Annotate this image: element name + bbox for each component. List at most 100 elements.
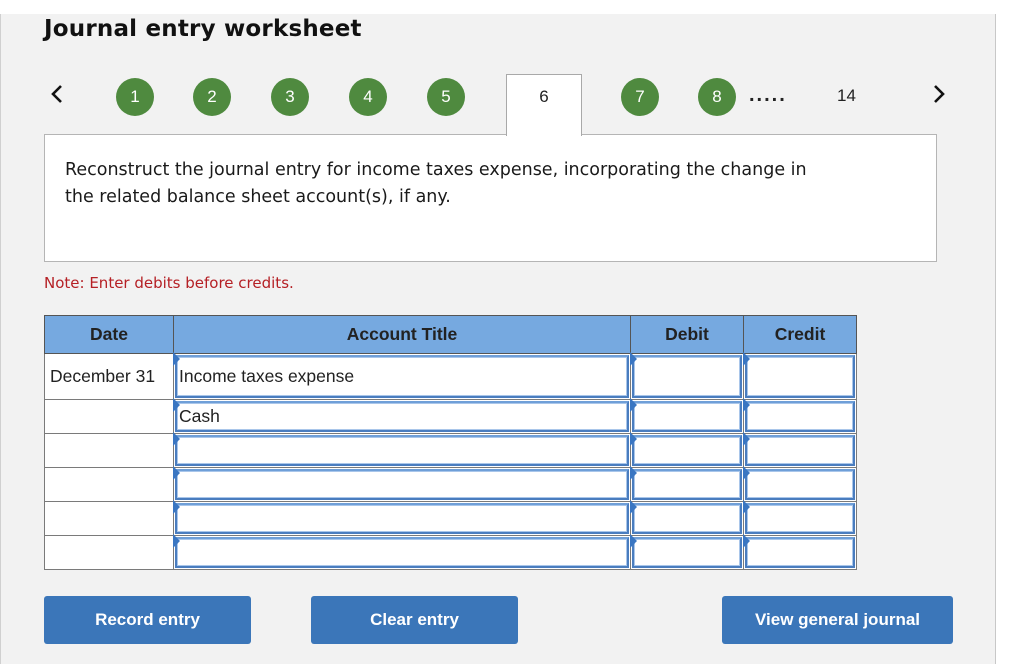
record-entry-button[interactable]: Record entry (44, 596, 251, 644)
date-value (45, 406, 50, 426)
step-3[interactable]: 3 (271, 78, 309, 116)
header-date: Date (44, 315, 174, 354)
step-5[interactable]: 5 (427, 78, 465, 116)
debit-cell (630, 466, 744, 502)
debit-cell (630, 398, 744, 434)
steps-ellipsis: ..... (749, 84, 787, 106)
date-value (45, 474, 50, 494)
account-cell: Cash (173, 398, 631, 434)
header-account-title: Account Title (173, 315, 631, 354)
debit-input[interactable] (632, 537, 742, 568)
dropdown-marker-icon (630, 466, 637, 480)
credit-cell (743, 398, 857, 434)
chevron-right-icon (934, 85, 945, 103)
date-cell: December 31 (44, 353, 174, 400)
clear-entry-button[interactable]: Clear entry (311, 596, 518, 644)
date-cell (44, 501, 174, 536)
dropdown-marker-icon (630, 500, 637, 514)
table-header-row: Date Account Title Debit Credit (44, 315, 857, 354)
page-title: Journal entry worksheet (44, 16, 362, 42)
account-title-input[interactable] (175, 469, 629, 500)
date-cell (44, 433, 174, 468)
step-4[interactable]: 4 (349, 78, 387, 116)
header-credit: Credit (743, 315, 857, 354)
debit-cell (630, 534, 744, 570)
table-row (44, 500, 857, 536)
dropdown-marker-icon (173, 398, 180, 412)
credit-input[interactable] (745, 503, 855, 534)
worksheet-panel: Journal entry worksheet 1 2 3 4 5 6 7 8 … (0, 14, 996, 664)
journal-table: Date Account Title Debit Credit December… (44, 315, 857, 570)
credit-cell (743, 432, 857, 468)
date-cell (44, 399, 174, 434)
account-cell (173, 432, 631, 468)
date-value: December 31 (50, 366, 156, 386)
credit-cell (743, 352, 857, 400)
debit-input[interactable] (632, 469, 742, 500)
table-row: December 31 Income taxes expense (44, 352, 857, 400)
dropdown-marker-icon (173, 534, 180, 548)
dropdown-marker-icon (743, 500, 750, 514)
view-general-journal-button[interactable]: View general journal (722, 596, 953, 644)
table-row (44, 466, 857, 502)
debit-cell (630, 500, 744, 536)
next-button[interactable] (929, 80, 949, 108)
date-value (45, 542, 50, 562)
debit-input[interactable] (632, 435, 742, 466)
dropdown-marker-icon (630, 352, 637, 366)
table-row (44, 534, 857, 570)
step-1[interactable]: 1 (116, 78, 154, 116)
credit-input[interactable] (745, 469, 855, 500)
question-text: Reconstruct the journal entry for income… (65, 160, 807, 207)
step-14[interactable]: 14 (837, 86, 856, 106)
step-6-current-tab[interactable]: 6 (506, 74, 582, 136)
debit-cell (630, 432, 744, 468)
previous-button[interactable] (47, 80, 67, 108)
date-cell (44, 535, 174, 570)
date-cell (44, 467, 174, 502)
debit-input[interactable] (632, 355, 742, 398)
account-title-input[interactable]: Income taxes expense (175, 355, 629, 398)
chevron-left-icon (51, 85, 62, 103)
dropdown-marker-icon (173, 500, 180, 514)
debit-cell (630, 352, 744, 400)
credit-input[interactable] (745, 435, 855, 466)
account-title-input[interactable] (175, 435, 629, 466)
step-2[interactable]: 2 (193, 78, 231, 116)
debit-input[interactable] (632, 401, 742, 432)
credit-input[interactable] (745, 537, 855, 568)
account-title-input[interactable] (175, 537, 629, 568)
account-cell (173, 500, 631, 536)
table-row (44, 432, 857, 468)
credit-cell (743, 500, 857, 536)
question-box: Reconstruct the journal entry for income… (44, 134, 937, 262)
header-debit: Debit (630, 315, 744, 354)
credit-cell (743, 534, 857, 570)
dropdown-marker-icon (743, 432, 750, 446)
dropdown-marker-icon (743, 352, 750, 366)
account-cell: Income taxes expense (173, 352, 631, 400)
dropdown-marker-icon (743, 466, 750, 480)
date-value (45, 440, 50, 460)
dropdown-marker-icon (630, 534, 637, 548)
credit-cell (743, 466, 857, 502)
account-title-input[interactable]: Cash (175, 401, 629, 432)
account-title-input[interactable] (175, 503, 629, 534)
account-cell (173, 534, 631, 570)
dropdown-marker-icon (743, 398, 750, 412)
date-value (45, 508, 50, 528)
dropdown-marker-icon (743, 534, 750, 548)
dropdown-marker-icon (173, 432, 180, 446)
account-cell (173, 466, 631, 502)
credit-input[interactable] (745, 355, 855, 398)
dropdown-marker-icon (630, 398, 637, 412)
dropdown-marker-icon (173, 466, 180, 480)
note-text: Note: Enter debits before credits. (44, 274, 294, 292)
step-7[interactable]: 7 (621, 78, 659, 116)
dropdown-marker-icon (630, 432, 637, 446)
step-8[interactable]: 8 (698, 78, 736, 116)
dropdown-marker-icon (173, 352, 180, 366)
table-row: Cash (44, 398, 857, 434)
debit-input[interactable] (632, 503, 742, 534)
credit-input[interactable] (745, 401, 855, 432)
